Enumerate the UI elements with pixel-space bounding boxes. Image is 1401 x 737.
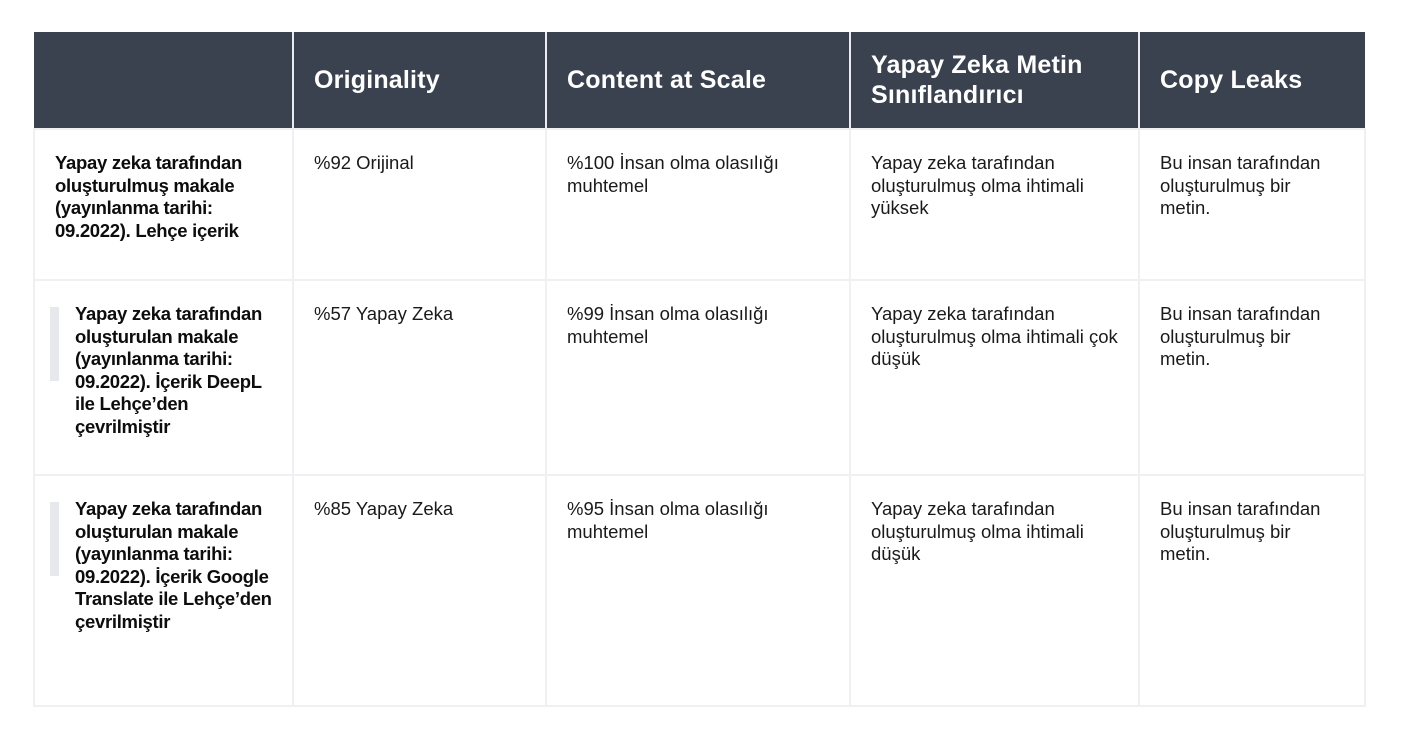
- ai-text-classifier-cell: Yapay zeka tarafından oluşturulmuş olma …: [849, 474, 1140, 707]
- copy-leaks-cell: Bu insan tarafından oluşturulmuş bir met…: [1138, 128, 1366, 281]
- table-row: Yapay zeka tarafından oluşturulmuş makal…: [33, 128, 1366, 281]
- row-label: Yapay zeka tarafından oluşturulmuş makal…: [55, 152, 243, 241]
- content-at-scale-cell: %95 İnsan olma olasılığı muhtemel: [545, 474, 851, 707]
- originality-value: %57 Yapay Zeka: [314, 303, 454, 324]
- row-label: Yapay zeka tarafından oluşturulan makale…: [75, 303, 263, 437]
- row-label: Yapay zeka tarafından oluşturulan makale…: [75, 498, 272, 632]
- ai-text-classifier-cell: Yapay zeka tarafından oluşturulmuş olma …: [849, 128, 1140, 281]
- copy-leaks-cell: Bu insan tarafından oluşturulmuş bir met…: [1138, 474, 1366, 707]
- content-at-scale-cell: %99 İnsan olma olasılığı muhtemel: [545, 279, 851, 476]
- row-label-cell: Yapay zeka tarafından oluşturulan makale…: [33, 474, 294, 707]
- comparison-table-container: Originality Content at Scale Yapay Zeka …: [33, 32, 1366, 707]
- content-at-scale-value: %100 İnsan olma olasılığı muhtemel: [567, 152, 779, 196]
- copy-leaks-value: Bu insan tarafından oluşturulmuş bir met…: [1160, 303, 1321, 369]
- ai-detector-comparison-table: Originality Content at Scale Yapay Zeka …: [33, 32, 1366, 707]
- header-ai-text-classifier: Yapay Zeka Metin Sınıflandırıcı: [849, 32, 1139, 129]
- table-row: Yapay zeka tarafından oluşturulan makale…: [33, 279, 1366, 476]
- content-at-scale-value: %95 İnsan olma olasılığı muhtemel: [567, 498, 769, 542]
- header-originality: Originality: [292, 32, 546, 129]
- originality-cell: %85 Yapay Zeka: [292, 474, 547, 707]
- header-empty-corner: [34, 32, 293, 129]
- blockquote-bar: [50, 307, 59, 381]
- ai-text-classifier-cell: Yapay zeka tarafından oluşturulmuş olma …: [849, 279, 1140, 476]
- table-header: Originality Content at Scale Yapay Zeka …: [34, 32, 1365, 129]
- content-at-scale-value: %99 İnsan olma olasılığı muhtemel: [567, 303, 769, 347]
- originality-value: %85 Yapay Zeka: [314, 498, 454, 519]
- copy-leaks-cell: Bu insan tarafından oluşturulmuş bir met…: [1138, 279, 1366, 476]
- originality-cell: %57 Yapay Zeka: [292, 279, 547, 476]
- header-row: Originality Content at Scale Yapay Zeka …: [34, 32, 1365, 129]
- ai-text-classifier-value: Yapay zeka tarafından oluşturulmuş olma …: [871, 303, 1118, 369]
- table-row: Yapay zeka tarafından oluşturulan makale…: [33, 474, 1366, 707]
- table-body: Yapay zeka tarafından oluşturulmuş makal…: [33, 128, 1366, 707]
- row-label-cell: Yapay zeka tarafından oluşturulmuş makal…: [33, 128, 294, 281]
- copy-leaks-value: Bu insan tarafından oluşturulmuş bir met…: [1160, 152, 1321, 218]
- copy-leaks-value: Bu insan tarafından oluşturulmuş bir met…: [1160, 498, 1321, 564]
- ai-text-classifier-value: Yapay zeka tarafından oluşturulmuş olma …: [871, 152, 1084, 218]
- originality-value: %92 Orijinal: [314, 152, 414, 173]
- content-at-scale-cell: %100 İnsan olma olasılığı muhtemel: [545, 128, 851, 281]
- header-content-at-scale: Content at Scale: [545, 32, 850, 129]
- originality-cell: %92 Orijinal: [292, 128, 547, 281]
- blockquote-bar: [50, 502, 59, 576]
- ai-text-classifier-value: Yapay zeka tarafından oluşturulmuş olma …: [871, 498, 1084, 564]
- header-copy-leaks: Copy Leaks: [1138, 32, 1365, 129]
- row-label-cell: Yapay zeka tarafından oluşturulan makale…: [33, 279, 294, 476]
